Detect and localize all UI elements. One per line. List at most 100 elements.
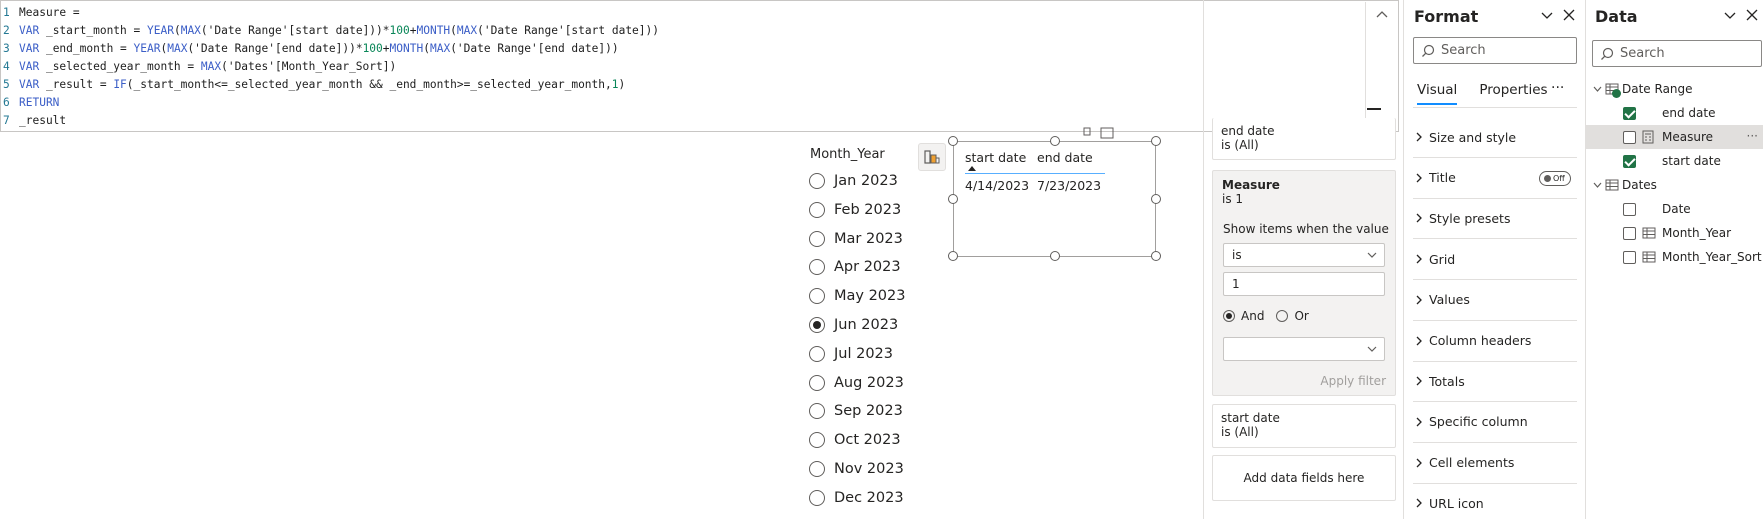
second-operator-dropdown[interactable] [1223, 337, 1385, 361]
code-line[interactable]: 5 VAR _result = IF(_start_month<=_selecte… [1, 76, 625, 94]
resize-handle-n[interactable] [1050, 136, 1060, 146]
radio-button[interactable] [809, 201, 825, 218]
condition-operator-dropdown[interactable]: is [1223, 243, 1385, 267]
chevron-down-icon[interactable] [1593, 181, 1603, 190]
code-line[interactable]: 2 VAR _start_month = YEAR(MAX('Date Range… [1, 22, 659, 40]
radio-button[interactable] [809, 489, 825, 506]
field-item[interactable]: Date [1586, 197, 1763, 221]
apply-filter-button[interactable]: Apply filter [1320, 374, 1386, 388]
focus-mode-icon[interactable] [1100, 127, 1114, 139]
slicer-item[interactable]: Sep 2023 [809, 399, 903, 423]
field-checkbox[interactable] [1623, 130, 1636, 144]
more-options-button[interactable]: ··· [1747, 129, 1758, 143]
or-radio[interactable] [1276, 310, 1289, 322]
field-checkbox[interactable] [1623, 154, 1636, 168]
radio-button[interactable] [809, 403, 825, 420]
resize-handle-w[interactable] [948, 194, 958, 204]
code-line[interactable]: 7 _result [1, 112, 66, 130]
field-item[interactable]: Measure ··· [1586, 125, 1763, 149]
radio-button[interactable] [809, 461, 825, 477]
field-checkbox[interactable] [1623, 202, 1636, 216]
slicer-item[interactable]: Jul 2023 [809, 342, 893, 366]
slicer-item[interactable]: Jun 2023 [809, 313, 898, 337]
format-section-label: Grid [1429, 251, 1456, 267]
format-section[interactable]: Totals [1413, 361, 1577, 403]
format-section[interactable]: URL icon [1413, 483, 1577, 519]
slicer-item[interactable]: May 2023 [809, 284, 906, 308]
resize-handle-s[interactable] [1050, 251, 1060, 261]
radio-button[interactable] [809, 173, 825, 189]
visual-type-button[interactable] [918, 143, 946, 171]
format-section[interactable]: Specific column [1413, 402, 1577, 443]
format-search-input[interactable]: Search [1413, 37, 1577, 64]
more-options-button[interactable]: ··· [1551, 80, 1564, 96]
chevron-down-icon[interactable] [1540, 8, 1554, 22]
table-node[interactable]: Dates [1586, 173, 1763, 197]
format-section[interactable]: Title Off [1413, 158, 1577, 199]
field-item[interactable]: Month_Year [1586, 221, 1763, 245]
format-section[interactable]: Cell elements [1413, 443, 1577, 484]
filter-card-end-date[interactable]: end date is (All) [1212, 118, 1396, 160]
field-item[interactable]: Month_Year_Sort [1586, 245, 1763, 269]
resize-handle-se[interactable] [1151, 251, 1161, 261]
format-section[interactable]: Values [1413, 280, 1577, 321]
table-visual[interactable]: start date end date 4/14/2023 7/23/2023 [948, 136, 1161, 261]
tab-properties[interactable]: Properties [1479, 82, 1547, 105]
slicer-item[interactable]: Dec 2023 [809, 486, 904, 510]
slicer-item[interactable]: Apr 2023 [809, 255, 901, 279]
field-item[interactable]: start date [1586, 149, 1763, 173]
resize-handle-nw[interactable] [948, 136, 958, 146]
code-line[interactable]: 6 RETURN [1, 94, 59, 112]
filter-card-measure[interactable]: Measure is 1 Show items when the value i… [1212, 170, 1396, 396]
chevron-right-icon [1413, 294, 1425, 306]
format-section[interactable]: Column headers [1413, 321, 1577, 362]
table-node[interactable]: Date Range [1586, 77, 1763, 101]
slicer-item[interactable]: Jan 2023 [809, 169, 898, 193]
filter-name: end date [1221, 124, 1275, 138]
radio-button[interactable] [809, 230, 825, 247]
slicer-item[interactable]: Nov 2023 [809, 457, 904, 481]
resize-handle-ne[interactable] [1151, 136, 1161, 146]
code-text: ('Date Range'[end date])) [450, 42, 619, 55]
code-line[interactable]: 3 VAR _end_month = YEAR(MAX('Date Range'[… [1, 40, 619, 58]
add-data-fields-dropzone[interactable]: Add data fields here [1212, 455, 1396, 501]
slicer-item[interactable]: Aug 2023 [809, 371, 904, 395]
radio-button[interactable] [809, 288, 825, 305]
code-line[interactable]: 4 VAR _selected_year_month = MAX('Dates'[… [1, 58, 396, 76]
title-toggle[interactable]: Off [1539, 170, 1571, 186]
chevron-down-icon[interactable] [1593, 85, 1603, 94]
data-search-input[interactable]: Search [1592, 40, 1762, 67]
resize-handle-e[interactable] [1151, 194, 1161, 204]
column-header-start-date[interactable]: start date [965, 150, 1037, 165]
resize-handle-sw[interactable] [948, 251, 958, 261]
format-section[interactable]: Size and style [1413, 117, 1577, 158]
slicer-item[interactable]: Mar 2023 [809, 227, 903, 251]
radio-button[interactable] [809, 259, 825, 276]
tab-visual[interactable]: Visual [1417, 82, 1458, 105]
radio-button[interactable] [809, 374, 825, 391]
dax-formula-editor[interactable]: 1 Measure = 2 VAR _start_month = YEAR(MAX('… [0, 0, 1399, 132]
field-checkbox[interactable] [1623, 250, 1636, 264]
close-icon[interactable] [1562, 8, 1576, 22]
filter-card-start-date[interactable]: start date is (All) [1212, 404, 1396, 448]
radio-button[interactable] [809, 317, 825, 333]
column-header-end-date[interactable]: end date [1037, 150, 1107, 165]
and-radio[interactable] [1223, 310, 1235, 322]
format-section[interactable]: Grid [1413, 239, 1577, 281]
field-checkbox[interactable] [1623, 106, 1636, 120]
condition-value-input[interactable]: 1 [1223, 272, 1385, 296]
radio-button[interactable] [809, 345, 825, 362]
format-section[interactable]: Style presets [1413, 198, 1577, 240]
chevron-down-icon[interactable] [1723, 8, 1737, 22]
code-text: ( [423, 42, 430, 55]
code-line[interactable]: 1 Measure = [1, 4, 80, 22]
field-checkbox[interactable] [1623, 226, 1636, 240]
code-text: _start_month = [39, 24, 147, 37]
pin-icon[interactable] [1082, 127, 1092, 139]
field-item[interactable]: end date [1586, 101, 1763, 125]
table-row[interactable]: 4/14/2023 7/23/2023 [965, 178, 1107, 193]
slicer-item[interactable]: Oct 2023 [809, 428, 901, 452]
radio-button[interactable] [809, 432, 825, 449]
slicer-item[interactable]: Feb 2023 [809, 198, 901, 222]
close-icon[interactable] [1745, 8, 1759, 22]
